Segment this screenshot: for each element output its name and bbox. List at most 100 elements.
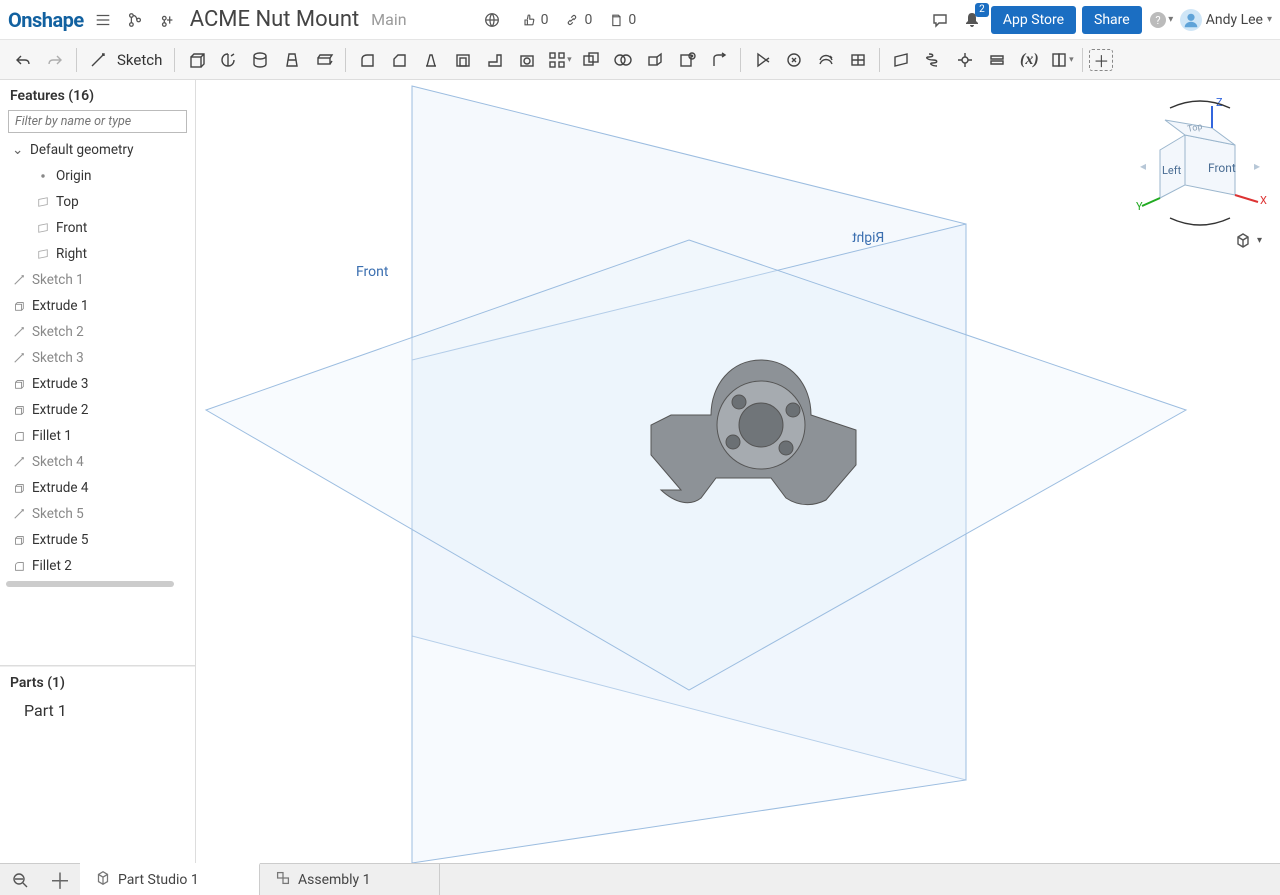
version-graph-icon[interactable] [122, 7, 148, 33]
chamfer-tool[interactable] [384, 45, 414, 75]
draft-tool[interactable] [416, 45, 446, 75]
bottom-tab-bar: ＋ Part Studio 1 Assembly 1 [0, 863, 1280, 895]
part-row[interactable]: Part 1 [0, 697, 195, 723]
user-menu[interactable]: Andy Lee ▾ [1180, 9, 1272, 31]
undo-button[interactable] [8, 45, 38, 75]
feature-row[interactable]: Top [0, 189, 195, 215]
tab-assembly-label: Assembly 1 [298, 872, 371, 888]
notifications-icon[interactable]: 2 [959, 7, 985, 33]
fillet-icon [12, 429, 26, 443]
hamburger-icon[interactable] [90, 7, 116, 33]
modify-fillet-tool[interactable] [704, 45, 734, 75]
svg-text:◂: ◂ [1140, 159, 1146, 173]
sheet-metal-tool[interactable] [982, 45, 1012, 75]
feature-row[interactable]: Extrude 5 [0, 527, 195, 553]
sketch-icon[interactable] [83, 45, 113, 75]
add-tab-button[interactable]: ＋ [40, 864, 80, 895]
onshape-logo[interactable]: Onshape [8, 8, 84, 32]
feature-label: Front [56, 220, 87, 236]
links-count[interactable]: 0 [564, 12, 592, 28]
canvas-svg [196, 80, 1280, 863]
help-icon[interactable]: ? ▾ [1148, 7, 1174, 33]
shell-tool[interactable] [448, 45, 478, 75]
feature-row[interactable]: Extrude 3 [0, 371, 195, 397]
plane-icon [36, 195, 50, 209]
feature-row[interactable]: Fillet 2 [0, 553, 195, 579]
loft-tool[interactable] [277, 45, 307, 75]
thicken-tool[interactable] [309, 45, 339, 75]
plane-tool[interactable] [886, 45, 916, 75]
pattern-tool[interactable]: ▾ [544, 45, 574, 75]
insert-icon[interactable] [154, 7, 180, 33]
sweep-tool[interactable] [245, 45, 275, 75]
feature-row[interactable]: Sketch 2 [0, 319, 195, 345]
feature-filter-input[interactable] [8, 110, 187, 133]
feature-label: Top [56, 194, 79, 210]
tab-manager-button[interactable] [0, 864, 40, 895]
front-plane-label: Front [356, 264, 388, 280]
feature-row[interactable]: Extrude 4 [0, 475, 195, 501]
app-store-button[interactable]: App Store [991, 6, 1076, 34]
offset-surface-tool[interactable] [811, 45, 841, 75]
copy-icon [608, 12, 624, 28]
feature-row[interactable]: Sketch 1 [0, 267, 195, 293]
view-cube[interactable]: Front Left Top X Y Z ◂ ▸ [1130, 90, 1270, 230]
feature-row[interactable]: Right [0, 241, 195, 267]
svg-text:?: ? [1156, 14, 1161, 27]
redo-button[interactable] [40, 45, 70, 75]
feature-row[interactable]: Sketch 5 [0, 501, 195, 527]
transform-tool[interactable] [640, 45, 670, 75]
boundary-surface-tool[interactable] [843, 45, 873, 75]
extrude-tool[interactable] [181, 45, 211, 75]
view-mode-toggle[interactable]: ▾ [1233, 230, 1262, 250]
feature-row[interactable]: Extrude 2 [0, 397, 195, 423]
sketch-button[interactable]: Sketch [117, 51, 162, 69]
feature-row[interactable]: Extrude 1 [0, 293, 195, 319]
feature-row[interactable]: Fillet 1 [0, 423, 195, 449]
branch-label[interactable]: Main [371, 10, 406, 29]
feature-label: Extrude 2 [32, 402, 89, 418]
likes-count[interactable]: 0 [521, 12, 549, 28]
revolve-tool[interactable] [213, 45, 243, 75]
replace-face-tool[interactable] [779, 45, 809, 75]
move-face-tool[interactable] [747, 45, 777, 75]
feature-row[interactable]: Sketch 3 [0, 345, 195, 371]
mate-connector-tool[interactable] [950, 45, 980, 75]
globe-icon[interactable] [479, 7, 505, 33]
tab-assembly[interactable]: Assembly 1 [260, 864, 440, 895]
hole-tool[interactable] [512, 45, 542, 75]
split-tool[interactable] [608, 45, 638, 75]
feature-row[interactable]: Origin [0, 163, 195, 189]
feature-row[interactable]: Front [0, 215, 195, 241]
feature-row[interactable]: Sketch 4 [0, 449, 195, 475]
share-button[interactable]: Share [1082, 6, 1142, 34]
feature-label: Sketch 2 [32, 324, 84, 340]
add-custom-feature-tool[interactable]: ＋ [1089, 49, 1113, 71]
likes-value: 0 [541, 12, 549, 28]
configure-tool[interactable]: ▾ [1046, 45, 1076, 75]
fillet-tool[interactable] [352, 45, 382, 75]
document-title[interactable]: ACME Nut Mount [190, 7, 359, 32]
model-canvas[interactable]: Front Right Front Left Top X Y Z [196, 80, 1280, 863]
copies-value: 0 [628, 12, 636, 28]
variable-tool[interactable]: (x) [1014, 45, 1044, 75]
top-bar: Onshape ACME Nut Mount Main 0 0 0 2 App … [0, 0, 1280, 40]
helix-tool[interactable] [918, 45, 948, 75]
feature-label: Fillet 1 [32, 428, 72, 444]
boolean-tool[interactable] [576, 45, 606, 75]
copies-count[interactable]: 0 [608, 12, 636, 28]
feature-label: Right [56, 246, 87, 262]
delete-face-tool[interactable] [672, 45, 702, 75]
cube-front-label: Front [1208, 161, 1236, 175]
rib-tool[interactable] [480, 45, 510, 75]
feature-label: Extrude 5 [32, 532, 89, 548]
feature-label: Origin [56, 168, 91, 184]
tab-part-studio-label: Part Studio 1 [118, 872, 199, 888]
user-name: Andy Lee [1206, 12, 1263, 28]
feature-toolbar: Sketch ▾ (x) ▾ ＋ [0, 40, 1280, 80]
features-header: Features (16) [0, 80, 195, 110]
default-geometry-row[interactable]: ⌄ Default geometry [0, 137, 195, 163]
tab-part-studio[interactable]: Part Studio 1 [80, 863, 260, 895]
comments-icon[interactable] [927, 7, 953, 33]
sketch-icon [12, 507, 26, 521]
